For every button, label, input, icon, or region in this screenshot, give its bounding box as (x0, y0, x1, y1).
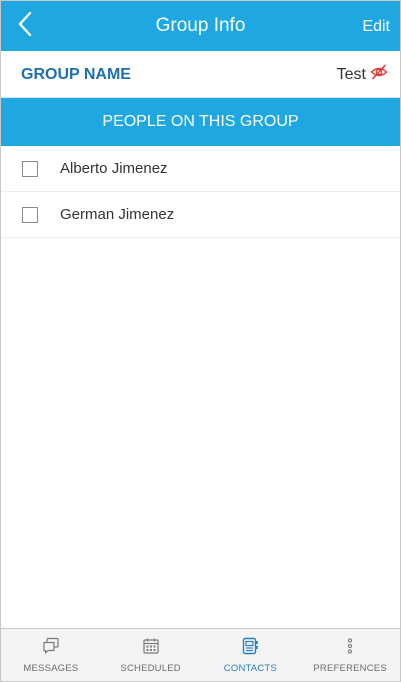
edit-button[interactable]: Edit (362, 1, 390, 51)
calendar-icon (141, 636, 161, 656)
person-name: Alberto Jimenez (60, 160, 168, 177)
eye-slash-icon[interactable] (370, 64, 388, 85)
chevron-left-icon (16, 10, 34, 43)
group-name-row: GROUP NAME Test (1, 51, 400, 98)
people-section-header: PEOPLE ON THIS GROUP (1, 98, 400, 146)
more-vertical-icon (340, 636, 360, 656)
page-title: Group Info (155, 15, 246, 36)
person-checkbox[interactable] (22, 161, 38, 177)
group-name-label: GROUP NAME (21, 66, 131, 83)
tab-contacts[interactable]: CONTACTS (201, 629, 301, 681)
app-screen: Group Info Edit GROUP NAME Test PEOPLE O… (0, 0, 401, 682)
people-list: Alberto Jimenez German Jimenez (1, 146, 400, 238)
contacts-icon (240, 636, 260, 656)
tab-label: MESSAGES (23, 663, 79, 674)
tab-label: SCHEDULED (120, 663, 181, 674)
header-bar: Group Info Edit (1, 1, 400, 51)
tab-label: CONTACTS (223, 663, 277, 674)
group-name-value: Test (336, 65, 366, 83)
person-checkbox[interactable] (22, 207, 38, 223)
tab-preferences[interactable]: PREFERENCES (300, 629, 400, 681)
tab-label: PREFERENCES (313, 663, 387, 674)
tab-scheduled[interactable]: SCHEDULED (101, 629, 201, 681)
list-item[interactable]: Alberto Jimenez (1, 146, 400, 192)
person-name: German Jimenez (60, 206, 175, 223)
group-name-value-container: Test (337, 51, 388, 98)
tab-messages[interactable]: MESSAGES (1, 629, 101, 681)
messages-icon (41, 636, 61, 656)
list-item[interactable]: German Jimenez (1, 192, 400, 238)
back-button[interactable] (7, 7, 43, 45)
bottom-tab-bar: MESSAGES SCHEDULED CONTACTS PREFERENCES (1, 628, 400, 681)
